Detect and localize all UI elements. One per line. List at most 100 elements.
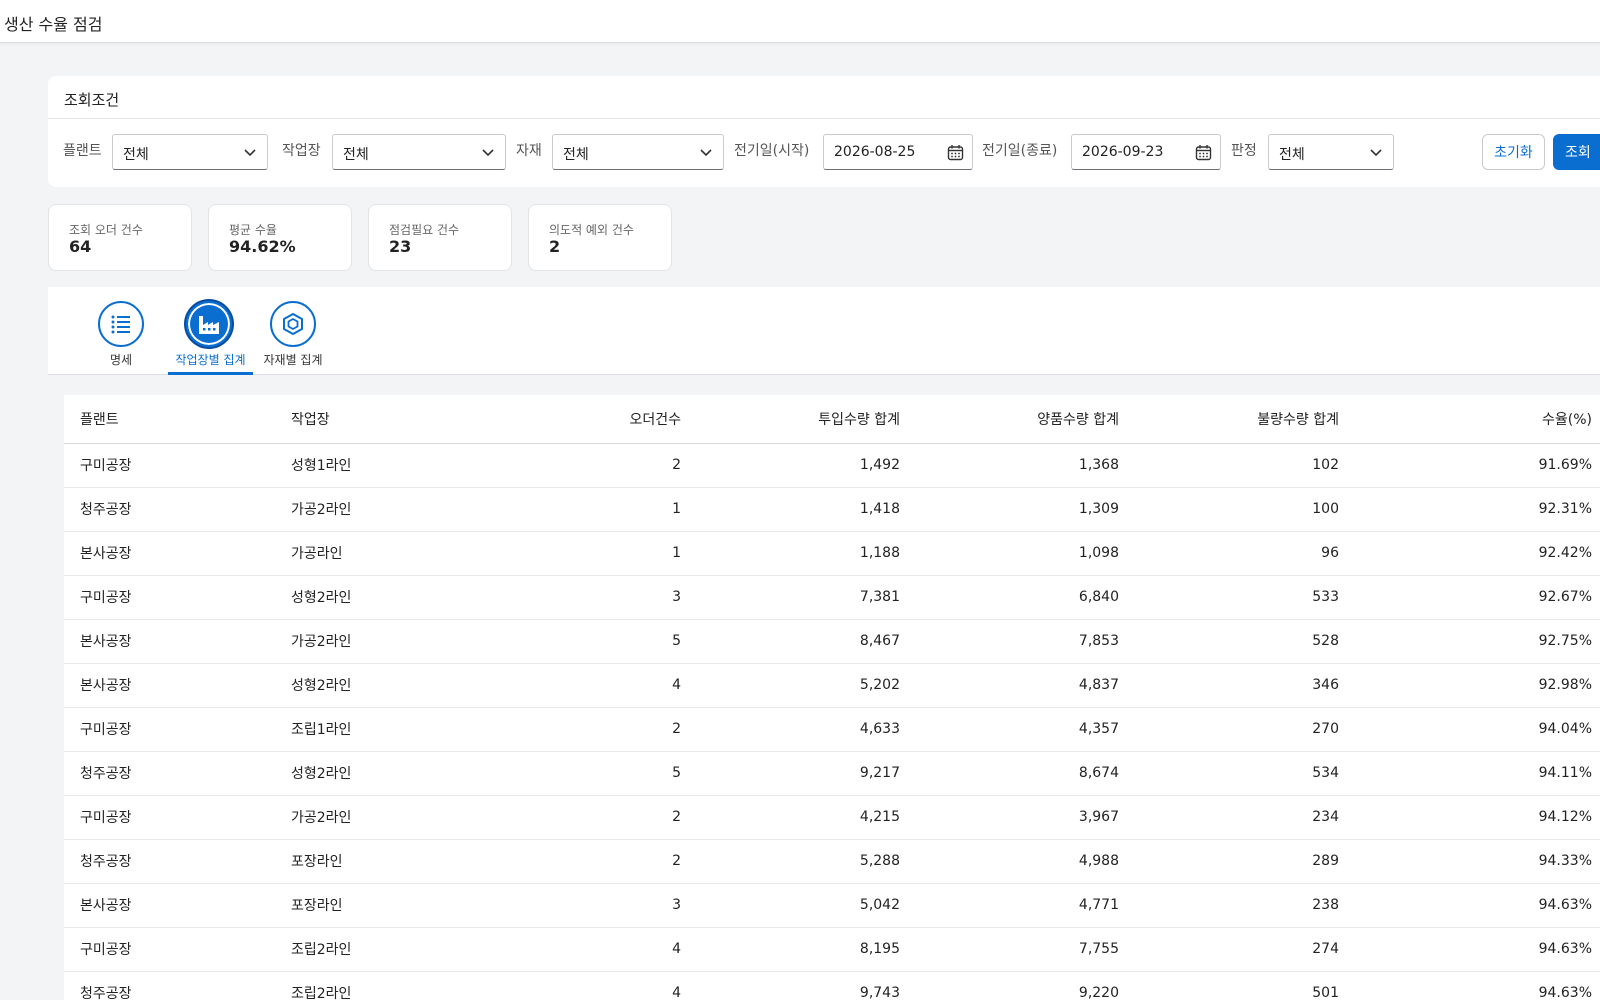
cell-input-qty: 5,202	[697, 663, 916, 708]
table-row[interactable]: 청주공장 가공2라인 1 1,418 1,309 100 92.31%	[64, 487, 1600, 532]
table-row[interactable]: 청주공장 성형2라인 5 9,217 8,674 534 94.11%	[64, 751, 1600, 796]
tab-material-summary[interactable]: 자재별 집계	[262, 287, 324, 375]
table-row[interactable]: 본사공장 포장라인 3 5,042 4,771 238 94.63%	[64, 883, 1600, 928]
cell-plant: 구미공장	[64, 795, 275, 840]
active-tab-indicator	[168, 372, 253, 375]
cell-good-qty: 9,220	[916, 971, 1135, 1000]
calendar-icon[interactable]	[947, 144, 964, 161]
chevron-down-icon	[700, 149, 712, 157]
column-header-plant[interactable]: 플랜트	[64, 395, 275, 444]
cell-yield: 94.63%	[1355, 927, 1600, 972]
column-header-order-count[interactable]: 오더건수	[486, 395, 697, 444]
chevron-down-icon	[244, 149, 256, 157]
conditions-title: 조회조건	[64, 91, 120, 109]
cell-defect-qty: 528	[1135, 619, 1355, 664]
cell-order-count: 3	[486, 575, 697, 620]
app-header: 생산 수율 점검	[0, 0, 1600, 43]
column-header-workcenter[interactable]: 작업장	[275, 395, 486, 444]
cell-workcenter: 조립1라인	[275, 707, 486, 752]
view-tab-bar: 명세 작업장별 집계 자재별 집계	[48, 287, 1600, 375]
kpi-value: 94.62%	[229, 237, 296, 256]
cell-good-qty: 6,840	[916, 575, 1135, 620]
table-row[interactable]: 본사공장 가공2라인 5 8,467 7,853 528 92.75%	[64, 619, 1600, 664]
date-from-input[interactable]: 2026-08-25	[823, 134, 973, 170]
chevron-down-icon	[482, 149, 494, 157]
cell-good-qty: 4,357	[916, 707, 1135, 752]
table-row[interactable]: 구미공장 가공2라인 2 4,215 3,967 234 94.12%	[64, 795, 1600, 840]
judgement-select[interactable]: 전체	[1268, 134, 1394, 170]
cell-plant: 본사공장	[64, 663, 275, 708]
table-row[interactable]: 구미공장 조립2라인 4 8,195 7,755 274 94.63%	[64, 927, 1600, 972]
cell-defect-qty: 274	[1135, 927, 1355, 972]
cell-plant: 본사공장	[64, 531, 275, 576]
table-row[interactable]: 구미공장 성형2라인 3 7,381 6,840 533 92.67%	[64, 575, 1600, 620]
table-header-row: 플랜트 작업장 오더건수 투입수량 합계 양품수량 합계 불량수량 합계 수율(…	[64, 395, 1600, 444]
cell-defect-qty: 102	[1135, 443, 1355, 488]
cell-yield: 94.12%	[1355, 795, 1600, 840]
column-header-defect-qty[interactable]: 불량수량 합계	[1135, 395, 1355, 444]
cell-input-qty: 9,743	[697, 971, 916, 1000]
search-button[interactable]: 조회	[1553, 134, 1600, 170]
cell-workcenter: 가공2라인	[275, 487, 486, 532]
date-to-input[interactable]: 2026-09-23	[1071, 134, 1221, 170]
cell-order-count: 2	[486, 795, 697, 840]
material-label: 자재	[516, 143, 542, 159]
tab-detail[interactable]: 명세	[95, 287, 147, 375]
tab-label: 자재별 집계	[263, 353, 323, 367]
date-from-value: 2026-08-25	[834, 144, 916, 160]
cell-input-qty: 9,217	[697, 751, 916, 796]
list-icon	[111, 315, 130, 334]
kpi-card-check-needed: 점검필요 건수 23	[368, 204, 512, 271]
cell-input-qty: 5,288	[697, 839, 916, 884]
cell-yield: 94.33%	[1355, 839, 1600, 884]
cell-defect-qty: 501	[1135, 971, 1355, 1000]
cell-workcenter: 가공2라인	[275, 619, 486, 664]
cell-order-count: 4	[486, 971, 697, 1000]
table-row[interactable]: 본사공장 성형2라인 4 5,202 4,837 346 92.98%	[64, 663, 1600, 708]
table-row[interactable]: 구미공장 조립1라인 2 4,633 4,357 270 94.04%	[64, 707, 1600, 752]
column-header-good-qty[interactable]: 양품수량 합계	[916, 395, 1135, 444]
cell-plant: 구미공장	[64, 575, 275, 620]
cell-yield: 94.63%	[1355, 883, 1600, 928]
table-row[interactable]: 본사공장 가공라인 1 1,188 1,098 96 92.42%	[64, 531, 1600, 576]
cell-yield: 92.67%	[1355, 575, 1600, 620]
table-row[interactable]: 청주공장 조립2라인 4 9,743 9,220 501 94.63%	[64, 971, 1600, 1000]
tab-workcenter-summary[interactable]: 작업장별 집계	[168, 287, 253, 375]
kpi-value: 64	[69, 237, 92, 256]
factory-icon	[199, 316, 219, 334]
cell-workcenter: 성형2라인	[275, 575, 486, 620]
cell-input-qty: 1,418	[697, 487, 916, 532]
calendar-icon[interactable]	[1195, 144, 1212, 161]
cell-input-qty: 8,195	[697, 927, 916, 972]
chevron-down-icon	[1370, 149, 1382, 157]
table-body: 구미공장 성형1라인 2 1,492 1,368 102 91.69% 청주공장 가공2라인 1 1…	[64, 443, 1600, 1000]
column-header-input-qty[interactable]: 투입수량 합계	[697, 395, 916, 444]
date-to-value: 2026-09-23	[1082, 144, 1164, 160]
material-select[interactable]: 전체	[552, 134, 724, 170]
cell-workcenter: 성형1라인	[275, 443, 486, 488]
table-row[interactable]: 청주공장 포장라인 2 5,288 4,988 289 94.33%	[64, 839, 1600, 884]
product-box-icon	[283, 313, 303, 335]
cell-good-qty: 1,098	[916, 531, 1135, 576]
table-row[interactable]: 구미공장 성형1라인 2 1,492 1,368 102 91.69%	[64, 443, 1600, 488]
cell-order-count: 4	[486, 927, 697, 972]
date-to-label: 전기일(종료)	[982, 143, 1058, 159]
cell-plant: 청주공장	[64, 487, 275, 532]
column-header-yield[interactable]: 수율(%)	[1355, 395, 1600, 444]
cell-workcenter: 가공2라인	[275, 795, 486, 840]
workcenter-select-value: 전체	[343, 147, 369, 163]
cell-good-qty: 1,309	[916, 487, 1135, 532]
summary-table-container: 플랜트 작업장 오더건수 투입수량 합계 양품수량 합계 불량수량 합계 수율(…	[64, 395, 1600, 1000]
cell-workcenter: 포장라인	[275, 839, 486, 884]
cell-input-qty: 1,492	[697, 443, 916, 488]
reset-button[interactable]: 초기화	[1482, 134, 1545, 170]
tab-icon-circle	[98, 301, 144, 347]
kpi-label: 점검필요 건수	[389, 223, 460, 237]
cell-defect-qty: 96	[1135, 531, 1355, 576]
cell-defect-qty: 238	[1135, 883, 1355, 928]
cell-plant: 청주공장	[64, 971, 275, 1000]
tab-icon-circle	[186, 301, 232, 347]
cell-good-qty: 1,368	[916, 443, 1135, 488]
workcenter-select[interactable]: 전체	[332, 134, 506, 170]
plant-select[interactable]: 전체	[112, 134, 268, 170]
